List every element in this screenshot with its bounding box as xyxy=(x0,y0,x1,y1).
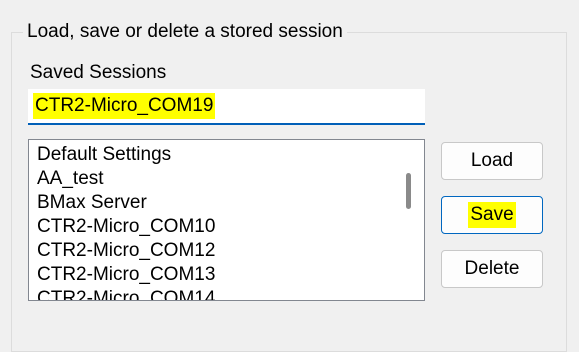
session-list[interactable]: Default Settings AA_test BMax Server CTR… xyxy=(28,139,425,301)
list-item-default-settings[interactable]: Default Settings xyxy=(37,143,171,167)
session-name-value: CTR2-Micro_COM19 xyxy=(33,93,216,119)
delete-button[interactable]: Delete xyxy=(441,250,543,288)
list-item-aa-test[interactable]: AA_test xyxy=(37,167,104,191)
session-name-input[interactable]: CTR2-Micro_COM19 xyxy=(28,89,425,125)
list-item-ctr2-micro-com10[interactable]: CTR2-Micro_COM10 xyxy=(37,215,215,239)
list-scrollbar-thumb[interactable] xyxy=(406,173,411,209)
saved-sessions-label: Saved Sessions xyxy=(30,62,167,83)
save-button-label: Save xyxy=(468,201,516,228)
load-button-label: Load xyxy=(470,149,514,171)
delete-button-label: Delete xyxy=(464,257,520,279)
save-button[interactable]: Save xyxy=(441,196,543,234)
list-item-bmax-server[interactable]: BMax Server xyxy=(37,191,147,215)
list-item-ctr2-micro-com14[interactable]: CTR2-Micro_COM14 xyxy=(37,287,215,300)
list-item-ctr2-micro-com13[interactable]: CTR2-Micro_COM13 xyxy=(37,263,215,287)
list-item-ctr2-micro-com12[interactable]: CTR2-Micro_COM12 xyxy=(37,239,215,263)
load-button[interactable]: Load xyxy=(441,142,543,180)
groupbox-title: Load, save or delete a stored session xyxy=(23,19,347,45)
